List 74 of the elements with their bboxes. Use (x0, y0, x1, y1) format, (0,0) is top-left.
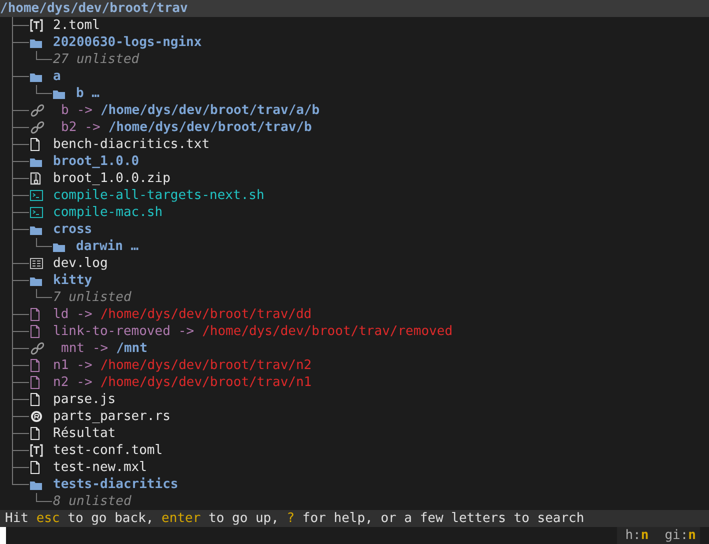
file-name[interactable]: n1 (53, 358, 69, 373)
file-name[interactable]: b … (76, 86, 100, 101)
file-name[interactable]: cross (53, 222, 92, 237)
folder-icon (30, 224, 42, 234)
link-arrow: -> (76, 103, 92, 118)
file-name[interactable]: b2 (61, 120, 77, 135)
chain-link-icon (30, 121, 45, 134)
unlisted-count: 27 unlisted (53, 52, 140, 67)
file-name[interactable]: bench-diacritics.txt (53, 137, 210, 152)
folder-icon (30, 156, 42, 166)
file-name[interactable]: broot_1.0.0.zip (53, 171, 170, 186)
link-target: /home/dys/dev/broot/trav/a/b (100, 102, 320, 119)
link-target: /mnt (116, 340, 148, 357)
folder-icon (53, 88, 65, 98)
file-name[interactable]: tests-diacritics (53, 477, 178, 492)
flag-indicator: gi:n (664, 528, 696, 543)
link-arrow: -> (92, 341, 108, 356)
unlisted-count: 8 unlisted (53, 494, 132, 509)
file-name[interactable]: darwin … (76, 239, 139, 254)
status-hint: Hit esc to go back, enter to go up, ? for help, or a few letters to search (5, 510, 584, 526)
file-icon (30, 359, 40, 372)
unlisted-count: 7 unlisted (53, 290, 132, 305)
input-field[interactable] (0, 527, 6, 544)
file-icon (30, 376, 40, 389)
file-name[interactable]: kitty (53, 273, 92, 288)
file-name[interactable]: compile-all-targets-next.sh (53, 188, 264, 203)
file-name[interactable]: test-conf.toml (53, 443, 163, 458)
file-icon (30, 138, 40, 151)
file-icon (30, 461, 40, 474)
file-name[interactable]: compile-mac.sh (53, 205, 163, 220)
file-name[interactable]: b (61, 103, 69, 118)
file-name[interactable]: 20200630-logs-nginx (53, 35, 202, 50)
file-name[interactable]: 2.toml (53, 18, 100, 33)
link-arrow: -> (178, 324, 194, 339)
file-icon (30, 308, 40, 321)
tree-connector (12, 17, 29, 34)
file-name[interactable]: dev.log (53, 256, 108, 271)
file-name[interactable]: broot_1.0.0 (53, 154, 140, 169)
folder-icon (30, 38, 42, 48)
file-name[interactable]: mnt (61, 341, 84, 356)
link-target: /home/dys/dev/broot/trav/dd (100, 306, 312, 323)
current-path: /home/dys/dev/broot/trav (0, 0, 188, 17)
link-arrow: -> (84, 120, 100, 135)
file-name[interactable]: test-new.mxl (53, 460, 147, 475)
file-name[interactable]: parse.js (53, 392, 116, 407)
bracket-t-icon (30, 444, 43, 457)
bracket-t-icon (30, 19, 43, 32)
chain-link-icon (30, 342, 45, 355)
file-name[interactable]: parts_parser.rs (53, 409, 170, 424)
file-icon (30, 427, 40, 440)
file-name[interactable]: a (53, 69, 61, 84)
link-target: /home/dys/dev/broot/trav/n2 (100, 357, 312, 374)
terminal-icon (30, 207, 43, 218)
log-icon (30, 258, 43, 269)
file-name[interactable]: link-to-removed (53, 324, 170, 339)
link-arrow: -> (76, 358, 92, 373)
link-arrow: -> (76, 307, 92, 322)
folder-icon (30, 72, 42, 82)
flag-indicator: h:n (625, 528, 649, 543)
file-name[interactable]: Résultat (53, 426, 116, 441)
link-target: /home/dys/dev/broot/trav/removed (202, 323, 453, 340)
link-target: /home/dys/dev/broot/trav/n1 (100, 374, 312, 391)
file-name[interactable]: n2 (53, 375, 69, 390)
chain-link-icon (30, 104, 45, 117)
file-icon (30, 325, 40, 338)
file-icon (30, 393, 40, 406)
link-arrow: -> (76, 375, 92, 390)
folder-icon (30, 480, 42, 490)
archive-icon (30, 172, 42, 185)
terminal-icon (30, 190, 43, 201)
folder-icon (30, 276, 42, 286)
link-target: /home/dys/dev/broot/trav/b (108, 119, 312, 136)
file-name[interactable]: ld (53, 307, 69, 322)
folder-icon (53, 242, 65, 252)
